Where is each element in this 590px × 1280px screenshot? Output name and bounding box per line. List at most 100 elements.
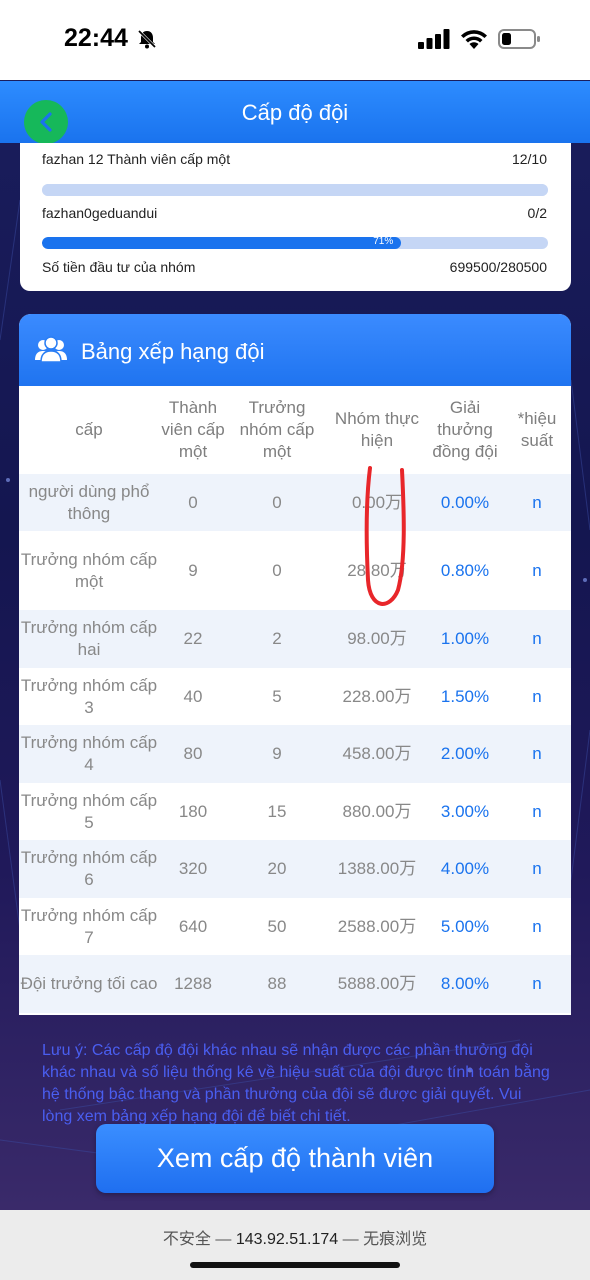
team-performance-cell: 1388.00万 [327, 840, 427, 898]
signal-icon [418, 29, 450, 49]
column-header: Trưởng nhóm cấp một [239, 398, 315, 461]
efficiency-cell[interactable]: n [503, 898, 571, 955]
browser-url[interactable]: 不安全 — 143.92.51.174 — 无痕浏览 [0, 1225, 590, 1249]
team-performance-cell: 2588.00万 [327, 898, 427, 955]
first-level-leaders-cell: 50 [227, 898, 327, 955]
first-level-members-cell: 40 [159, 668, 227, 725]
first-level-members-cell: 1288 [159, 955, 227, 1013]
level-cell: Trưởng nhóm cấp 5 [19, 783, 159, 840]
info-note: Lưu ý: Các cấp độ đội khác nhau sẽ nhận … [42, 1042, 550, 1125]
column-header: Thành viên cấp một [161, 398, 225, 461]
first-level-members-cell: 640 [159, 898, 227, 955]
first-level-members-cell: 320 [159, 840, 227, 898]
table-row: Trưởng nhóm cấp một 9 0 28.80万 0.80% n [19, 531, 571, 610]
table-row: người dùng phổ thông 0 0 0.00万 0.00% n [19, 474, 571, 531]
ranking-title: Bảng xếp hạng đội [81, 339, 265, 364]
table-row: Trưởng nhóm cấp 7 640 50 2588.00万 5.00% n [19, 898, 571, 955]
insecure-label: 不安全 [162, 1231, 211, 1248]
level-cell: Trưởng nhóm cấp 4 [19, 725, 159, 783]
table-row: Đội trưởng tối cao 1288 88 5888.00万 8.00% n [19, 955, 571, 1013]
team-reward-cell: 1.50% [427, 668, 503, 725]
first-level-members-cell: 0 [159, 474, 227, 531]
level-cell: Trưởng nhóm cấp 6 [19, 840, 159, 898]
progress-value: 0/2 [527, 205, 547, 221]
ranking-header: Bảng xếp hạng đội [19, 314, 571, 386]
level-cell: Trưởng nhóm cấp một [19, 531, 159, 610]
progress-row: Số tiền đầu tư của nhóm 699500/280500 [42, 259, 547, 275]
progress-bar-percent: 71% [373, 237, 394, 247]
team-progress-card: fazhan 12 Thành viên cấp một 12/10 fazha… [20, 143, 571, 291]
first-level-leaders-cell: 0 [227, 474, 327, 531]
table-row: Trưởng nhóm cấp 4 80 9 458.00万 2.00% n [19, 725, 571, 783]
status-time: 22:44 [64, 24, 128, 52]
team-performance-cell: 228.00万 [327, 668, 427, 725]
level-cell: Trưởng nhóm cấp hai [19, 610, 159, 668]
browser-address-bar[interactable]: 不安全 — 143.92.51.174 — 无痕浏览 [0, 1210, 590, 1280]
first-level-leaders-cell: 0 [227, 531, 327, 610]
first-level-members-cell: 9 [159, 531, 227, 610]
first-level-members-cell: 80 [159, 725, 227, 783]
progress-label: fazhan0geduandui [42, 205, 158, 221]
ranking-table: cấp Thành viên cấp một Trưởng nhóm cấp m… [19, 386, 571, 1013]
users-icon [35, 336, 67, 363]
efficiency-cell[interactable]: n [503, 783, 571, 840]
efficiency-cell[interactable]: n [503, 474, 571, 531]
team-reward-cell: 3.00% [427, 783, 503, 840]
level-cell: Trưởng nhóm cấp 3 [19, 668, 159, 725]
efficiency-cell[interactable]: n [503, 840, 571, 898]
private-mode-label: 无痕浏览 [363, 1231, 428, 1248]
efficiency-cell[interactable]: n [503, 531, 571, 610]
efficiency-cell[interactable]: n [503, 955, 571, 1013]
separator: — [342, 1231, 359, 1248]
team-reward-cell: 1.00% [427, 610, 503, 668]
progress-bar-fill: 71% [42, 237, 402, 249]
bell-muted-icon [137, 29, 157, 49]
status-bar: 22:44 [0, 0, 590, 80]
team-performance-cell: 5888.00万 [327, 955, 427, 1013]
first-level-leaders-cell: 88 [227, 955, 327, 1013]
column-header: *hiệu suất [517, 409, 557, 450]
first-level-leaders-cell: 9 [227, 725, 327, 783]
efficiency-cell[interactable]: n [503, 725, 571, 783]
view-member-level-button[interactable]: Xem cấp độ thành viên [96, 1124, 494, 1193]
progress-row: fazhan0geduandui 0/2 [42, 205, 547, 221]
first-level-leaders-cell: 5 [227, 668, 327, 725]
efficiency-cell[interactable]: n [503, 668, 571, 725]
progress-value: 699500/280500 [449, 259, 547, 275]
handwritten-mark [364, 466, 406, 606]
team-reward-cell: 0.00% [427, 474, 503, 531]
team-performance-cell: 880.00万 [327, 783, 427, 840]
progress-label: Số tiền đầu tư của nhóm [42, 259, 196, 275]
team-reward-cell: 4.00% [427, 840, 503, 898]
wifi-icon [461, 29, 487, 49]
team-reward-cell: 0.80% [427, 531, 503, 610]
team-reward-cell: 5.00% [427, 898, 503, 955]
progress-row: fazhan 12 Thành viên cấp một 12/10 [42, 151, 547, 167]
page-title: Cấp độ đội [241, 100, 349, 125]
first-level-leaders-cell: 2 [227, 610, 327, 668]
battery-icon [498, 29, 540, 49]
table-row: Trưởng nhóm cấp 3 40 5 228.00万 1.50% n [19, 668, 571, 725]
level-cell: Đội trưởng tối cao [19, 955, 159, 1013]
column-header: Giải thưởng đồng đội [432, 398, 498, 461]
nav-bar: Cấp độ đội [0, 81, 590, 144]
home-indicator[interactable] [190, 1262, 400, 1268]
progress-label: fazhan 12 Thành viên cấp một [42, 151, 231, 167]
column-header: cấp [75, 420, 103, 439]
team-performance-cell: 458.00万 [327, 725, 427, 783]
efficiency-cell[interactable]: n [503, 610, 571, 668]
progress-bar: 71% [42, 237, 548, 249]
host-text: 143.92.51.174 [235, 1231, 339, 1248]
level-cell: người dùng phổ thông [19, 474, 159, 531]
first-level-members-cell: 180 [159, 783, 227, 840]
first-level-leaders-cell: 20 [227, 840, 327, 898]
level-cell: Trưởng nhóm cấp 7 [19, 898, 159, 955]
first-level-members-cell: 22 [159, 610, 227, 668]
progress-bar [42, 184, 548, 196]
table-row: Trưởng nhóm cấp 6 320 20 1388.00万 4.00% n [19, 840, 571, 898]
team-ranking-card: Bảng xếp hạng đội cấp Thành viên cấp một… [19, 314, 571, 1015]
table-row: Trưởng nhóm cấp 5 180 15 880.00万 3.00% n [19, 783, 571, 840]
first-level-leaders-cell: 15 [227, 783, 327, 840]
separator: — [215, 1231, 232, 1248]
table-row: Trưởng nhóm cấp hai 22 2 98.00万 1.00% n [19, 610, 571, 668]
